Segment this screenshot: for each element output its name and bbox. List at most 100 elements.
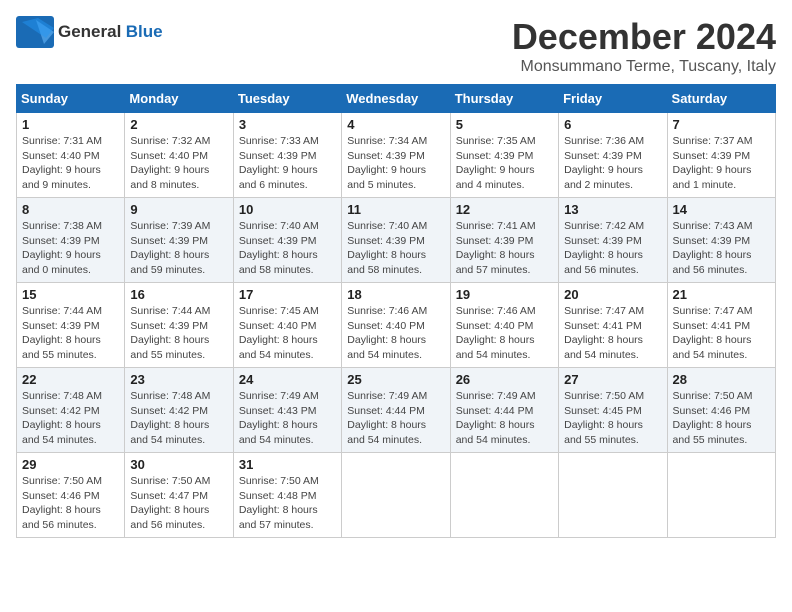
- day-number: 28: [673, 372, 770, 387]
- day-detail: Sunrise: 7:47 AM Sunset: 4:41 PM Dayligh…: [564, 304, 661, 363]
- calendar-cell: 20 Sunrise: 7:47 AM Sunset: 4:41 PM Dayl…: [559, 283, 667, 368]
- weekday-friday: Friday: [559, 85, 667, 113]
- day-detail: Sunrise: 7:48 AM Sunset: 4:42 PM Dayligh…: [130, 389, 227, 448]
- day-detail: Sunrise: 7:49 AM Sunset: 4:44 PM Dayligh…: [347, 389, 444, 448]
- day-number: 29: [22, 457, 119, 472]
- day-number: 8: [22, 202, 119, 217]
- calendar-table: SundayMondayTuesdayWednesdayThursdayFrid…: [16, 84, 776, 538]
- calendar-cell: 2 Sunrise: 7:32 AM Sunset: 4:40 PM Dayli…: [125, 113, 233, 198]
- calendar-cell: 4 Sunrise: 7:34 AM Sunset: 4:39 PM Dayli…: [342, 113, 450, 198]
- day-detail: Sunrise: 7:48 AM Sunset: 4:42 PM Dayligh…: [22, 389, 119, 448]
- day-detail: Sunrise: 7:40 AM Sunset: 4:39 PM Dayligh…: [347, 219, 444, 278]
- calendar-cell: 7 Sunrise: 7:37 AM Sunset: 4:39 PM Dayli…: [667, 113, 775, 198]
- day-detail: Sunrise: 7:47 AM Sunset: 4:41 PM Dayligh…: [673, 304, 770, 363]
- calendar-cell: 9 Sunrise: 7:39 AM Sunset: 4:39 PM Dayli…: [125, 198, 233, 283]
- calendar-cell: [342, 453, 450, 538]
- day-detail: Sunrise: 7:35 AM Sunset: 4:39 PM Dayligh…: [456, 134, 553, 193]
- calendar-cell: 16 Sunrise: 7:44 AM Sunset: 4:39 PM Dayl…: [125, 283, 233, 368]
- weekday-header-row: SundayMondayTuesdayWednesdayThursdayFrid…: [17, 85, 776, 113]
- calendar-cell: 6 Sunrise: 7:36 AM Sunset: 4:39 PM Dayli…: [559, 113, 667, 198]
- day-number: 27: [564, 372, 661, 387]
- day-number: 6: [564, 117, 661, 132]
- calendar-cell: 12 Sunrise: 7:41 AM Sunset: 4:39 PM Dayl…: [450, 198, 558, 283]
- day-number: 11: [347, 202, 444, 217]
- calendar-cell: [559, 453, 667, 538]
- calendar-cell: 22 Sunrise: 7:48 AM Sunset: 4:42 PM Dayl…: [17, 368, 125, 453]
- day-number: 13: [564, 202, 661, 217]
- calendar-cell: 15 Sunrise: 7:44 AM Sunset: 4:39 PM Dayl…: [17, 283, 125, 368]
- day-detail: Sunrise: 7:42 AM Sunset: 4:39 PM Dayligh…: [564, 219, 661, 278]
- day-detail: Sunrise: 7:40 AM Sunset: 4:39 PM Dayligh…: [239, 219, 336, 278]
- calendar-cell: [450, 453, 558, 538]
- day-number: 10: [239, 202, 336, 217]
- day-number: 20: [564, 287, 661, 302]
- calendar-week-5: 29 Sunrise: 7:50 AM Sunset: 4:46 PM Dayl…: [17, 453, 776, 538]
- logo: General Blue: [16, 16, 163, 48]
- calendar-cell: 13 Sunrise: 7:42 AM Sunset: 4:39 PM Dayl…: [559, 198, 667, 283]
- calendar-cell: 28 Sunrise: 7:50 AM Sunset: 4:46 PM Dayl…: [667, 368, 775, 453]
- calendar-cell: 10 Sunrise: 7:40 AM Sunset: 4:39 PM Dayl…: [233, 198, 341, 283]
- weekday-sunday: Sunday: [17, 85, 125, 113]
- weekday-wednesday: Wednesday: [342, 85, 450, 113]
- day-number: 18: [347, 287, 444, 302]
- calendar-week-3: 15 Sunrise: 7:44 AM Sunset: 4:39 PM Dayl…: [17, 283, 776, 368]
- day-detail: Sunrise: 7:41 AM Sunset: 4:39 PM Dayligh…: [456, 219, 553, 278]
- day-number: 9: [130, 202, 227, 217]
- day-detail: Sunrise: 7:50 AM Sunset: 4:46 PM Dayligh…: [22, 474, 119, 533]
- day-detail: Sunrise: 7:46 AM Sunset: 4:40 PM Dayligh…: [347, 304, 444, 363]
- day-detail: Sunrise: 7:32 AM Sunset: 4:40 PM Dayligh…: [130, 134, 227, 193]
- weekday-monday: Monday: [125, 85, 233, 113]
- day-detail: Sunrise: 7:49 AM Sunset: 4:43 PM Dayligh…: [239, 389, 336, 448]
- title-section: December 2024 Monsummano Terme, Tuscany,…: [512, 16, 776, 76]
- calendar-cell: 19 Sunrise: 7:46 AM Sunset: 4:40 PM Dayl…: [450, 283, 558, 368]
- calendar-week-2: 8 Sunrise: 7:38 AM Sunset: 4:39 PM Dayli…: [17, 198, 776, 283]
- day-number: 15: [22, 287, 119, 302]
- day-number: 26: [456, 372, 553, 387]
- day-number: 17: [239, 287, 336, 302]
- calendar-cell: 14 Sunrise: 7:43 AM Sunset: 4:39 PM Dayl…: [667, 198, 775, 283]
- day-number: 30: [130, 457, 227, 472]
- day-number: 4: [347, 117, 444, 132]
- day-number: 7: [673, 117, 770, 132]
- calendar-cell: [667, 453, 775, 538]
- calendar-cell: 24 Sunrise: 7:49 AM Sunset: 4:43 PM Dayl…: [233, 368, 341, 453]
- month-title: December 2024: [512, 16, 776, 58]
- calendar-cell: 21 Sunrise: 7:47 AM Sunset: 4:41 PM Dayl…: [667, 283, 775, 368]
- day-detail: Sunrise: 7:50 AM Sunset: 4:45 PM Dayligh…: [564, 389, 661, 448]
- calendar-cell: 29 Sunrise: 7:50 AM Sunset: 4:46 PM Dayl…: [17, 453, 125, 538]
- calendar-cell: 27 Sunrise: 7:50 AM Sunset: 4:45 PM Dayl…: [559, 368, 667, 453]
- day-detail: Sunrise: 7:38 AM Sunset: 4:39 PM Dayligh…: [22, 219, 119, 278]
- weekday-thursday: Thursday: [450, 85, 558, 113]
- day-detail: Sunrise: 7:45 AM Sunset: 4:40 PM Dayligh…: [239, 304, 336, 363]
- day-number: 22: [22, 372, 119, 387]
- day-number: 1: [22, 117, 119, 132]
- day-detail: Sunrise: 7:36 AM Sunset: 4:39 PM Dayligh…: [564, 134, 661, 193]
- day-number: 21: [673, 287, 770, 302]
- weekday-saturday: Saturday: [667, 85, 775, 113]
- day-number: 12: [456, 202, 553, 217]
- day-number: 5: [456, 117, 553, 132]
- calendar-cell: 8 Sunrise: 7:38 AM Sunset: 4:39 PM Dayli…: [17, 198, 125, 283]
- day-number: 2: [130, 117, 227, 132]
- day-detail: Sunrise: 7:39 AM Sunset: 4:39 PM Dayligh…: [130, 219, 227, 278]
- logo-icon: [16, 16, 54, 48]
- calendar-week-1: 1 Sunrise: 7:31 AM Sunset: 4:40 PM Dayli…: [17, 113, 776, 198]
- calendar-cell: 17 Sunrise: 7:45 AM Sunset: 4:40 PM Dayl…: [233, 283, 341, 368]
- day-detail: Sunrise: 7:31 AM Sunset: 4:40 PM Dayligh…: [22, 134, 119, 193]
- day-number: 24: [239, 372, 336, 387]
- location-title: Monsummano Terme, Tuscany, Italy: [512, 58, 776, 76]
- calendar-body: 1 Sunrise: 7:31 AM Sunset: 4:40 PM Dayli…: [17, 113, 776, 538]
- day-detail: Sunrise: 7:44 AM Sunset: 4:39 PM Dayligh…: [130, 304, 227, 363]
- day-detail: Sunrise: 7:50 AM Sunset: 4:48 PM Dayligh…: [239, 474, 336, 533]
- day-number: 25: [347, 372, 444, 387]
- logo-general: General: [58, 22, 121, 41]
- calendar-cell: 26 Sunrise: 7:49 AM Sunset: 4:44 PM Dayl…: [450, 368, 558, 453]
- calendar-cell: 3 Sunrise: 7:33 AM Sunset: 4:39 PM Dayli…: [233, 113, 341, 198]
- day-number: 14: [673, 202, 770, 217]
- weekday-tuesday: Tuesday: [233, 85, 341, 113]
- calendar-cell: 25 Sunrise: 7:49 AM Sunset: 4:44 PM Dayl…: [342, 368, 450, 453]
- day-detail: Sunrise: 7:33 AM Sunset: 4:39 PM Dayligh…: [239, 134, 336, 193]
- day-number: 31: [239, 457, 336, 472]
- day-number: 16: [130, 287, 227, 302]
- calendar-cell: 18 Sunrise: 7:46 AM Sunset: 4:40 PM Dayl…: [342, 283, 450, 368]
